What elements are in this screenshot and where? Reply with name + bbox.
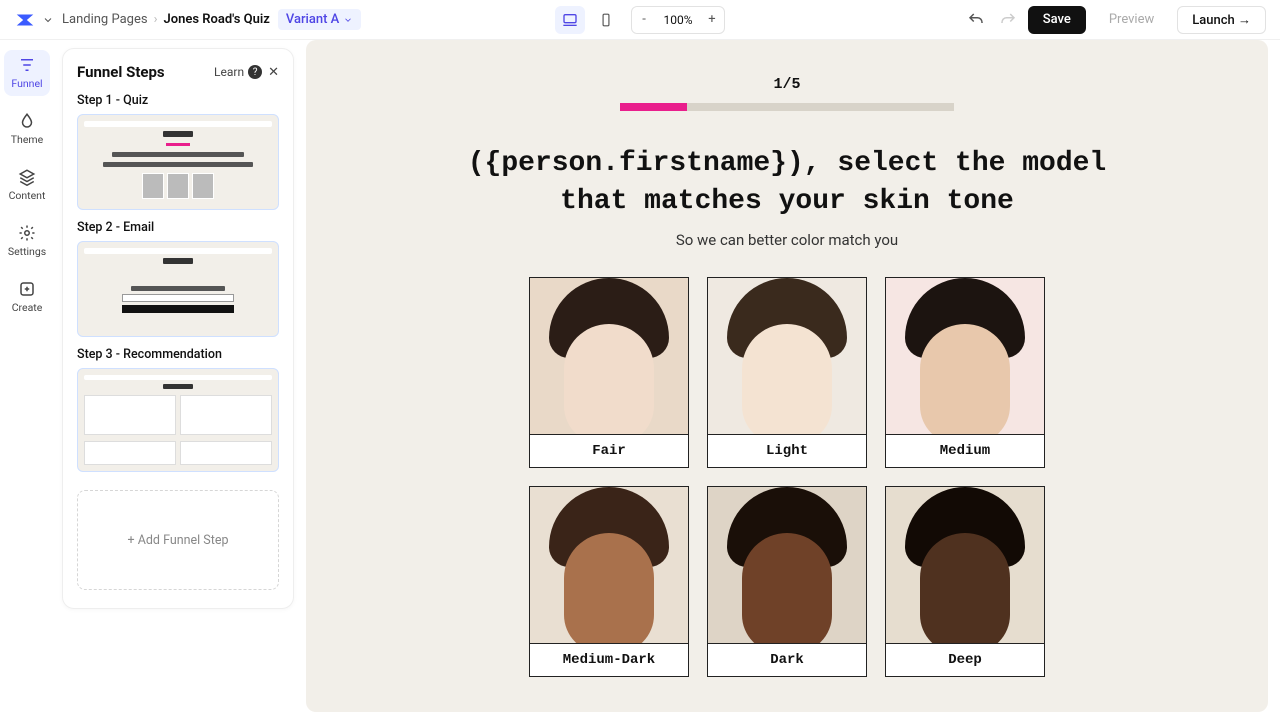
top-bar: Landing Pages › Jones Road's Quiz Varian… [0, 0, 1280, 40]
quiz-headline: ({person.firstname}), select the model t… [467, 145, 1107, 221]
variant-label: Variant A [286, 12, 339, 27]
help-icon: ? [248, 65, 262, 79]
canvas[interactable]: 1/5 ({person.firstname}), select the mod… [306, 40, 1268, 712]
step-label: Step 2 - Email [77, 220, 279, 235]
app-logo [14, 9, 36, 31]
quiz-option[interactable]: Light [707, 277, 867, 468]
save-button[interactable]: Save [1028, 6, 1086, 34]
learn-link[interactable]: Learn ? [214, 65, 262, 79]
chevron-right-icon: › [154, 12, 158, 27]
close-icon[interactable]: ✕ [268, 65, 279, 80]
quiz-options-grid: Fair Light Medium Medium-Dark Dark Deep [529, 277, 1045, 677]
device-zoom-controls: - 100% + [555, 6, 725, 34]
quiz-option[interactable]: Fair [529, 277, 689, 468]
variant-selector[interactable]: Variant A [278, 9, 361, 30]
redo-button[interactable] [996, 8, 1020, 32]
rail-create[interactable]: Create [4, 274, 50, 320]
rail-label: Content [9, 189, 46, 202]
layers-icon [18, 168, 36, 186]
launch-button[interactable]: Launch → [1177, 6, 1266, 34]
quiz-option[interactable]: Dark [707, 486, 867, 677]
step-label: Step 1 - Quiz [77, 93, 279, 108]
panel-title: Funnel Steps [77, 63, 165, 81]
funnel-steps-panel: Funnel Steps Learn ? ✕ Step 1 - Quiz Ste… [62, 48, 294, 609]
funnel-icon [18, 56, 36, 74]
zoom-out-button[interactable]: - [632, 12, 656, 27]
mobile-device-button[interactable] [591, 6, 621, 34]
step-thumbnail[interactable] [77, 114, 279, 210]
quiz-option-label: Medium [886, 434, 1044, 467]
rail-label: Theme [11, 133, 43, 146]
rail-funnel[interactable]: Funnel [4, 50, 50, 96]
gear-icon [18, 224, 36, 242]
left-rail: Funnel Theme Content Settings Create [0, 40, 54, 720]
plus-square-icon [18, 280, 36, 298]
quiz-option-label: Fair [530, 434, 688, 467]
chevron-down-icon [343, 15, 353, 25]
step-label: Step 3 - Recommendation [77, 347, 279, 362]
quiz-option-label: Light [708, 434, 866, 467]
rail-label: Funnel [11, 77, 42, 90]
rail-settings[interactable]: Settings [4, 218, 50, 264]
quiz-subheadline: So we can better color match you [676, 231, 898, 249]
droplet-icon [18, 112, 36, 130]
quiz-option[interactable]: Medium-Dark [529, 486, 689, 677]
rail-content[interactable]: Content [4, 162, 50, 208]
learn-label: Learn [214, 65, 244, 79]
breadcrumb-item[interactable]: Landing Pages [62, 12, 148, 27]
undo-button[interactable] [964, 8, 988, 32]
progress-label: 1/5 [773, 76, 800, 93]
quiz-option-label: Medium-Dark [530, 643, 688, 676]
zoom-in-button[interactable]: + [700, 12, 724, 27]
breadcrumb: Landing Pages › Jones Road's Quiz [62, 12, 270, 27]
quiz-option[interactable]: Deep [885, 486, 1045, 677]
zoom-control: - 100% + [631, 6, 725, 34]
step-thumbnail[interactable] [77, 241, 279, 337]
quiz-option-label: Deep [886, 643, 1044, 676]
desktop-device-button[interactable] [555, 6, 585, 34]
rail-label: Settings [8, 245, 46, 258]
rail-label: Create [12, 301, 43, 314]
rail-theme[interactable]: Theme [4, 106, 50, 152]
quiz-option-label: Dark [708, 643, 866, 676]
preview-button[interactable]: Preview [1094, 6, 1169, 34]
zoom-value: 100% [656, 13, 700, 27]
chevron-down-icon[interactable] [42, 14, 54, 26]
add-funnel-step-button[interactable]: + Add Funnel Step [77, 490, 279, 590]
progress-bar [620, 103, 954, 111]
breadcrumb-item[interactable]: Jones Road's Quiz [163, 12, 269, 27]
quiz-option[interactable]: Medium [885, 277, 1045, 468]
step-thumbnail[interactable] [77, 368, 279, 472]
